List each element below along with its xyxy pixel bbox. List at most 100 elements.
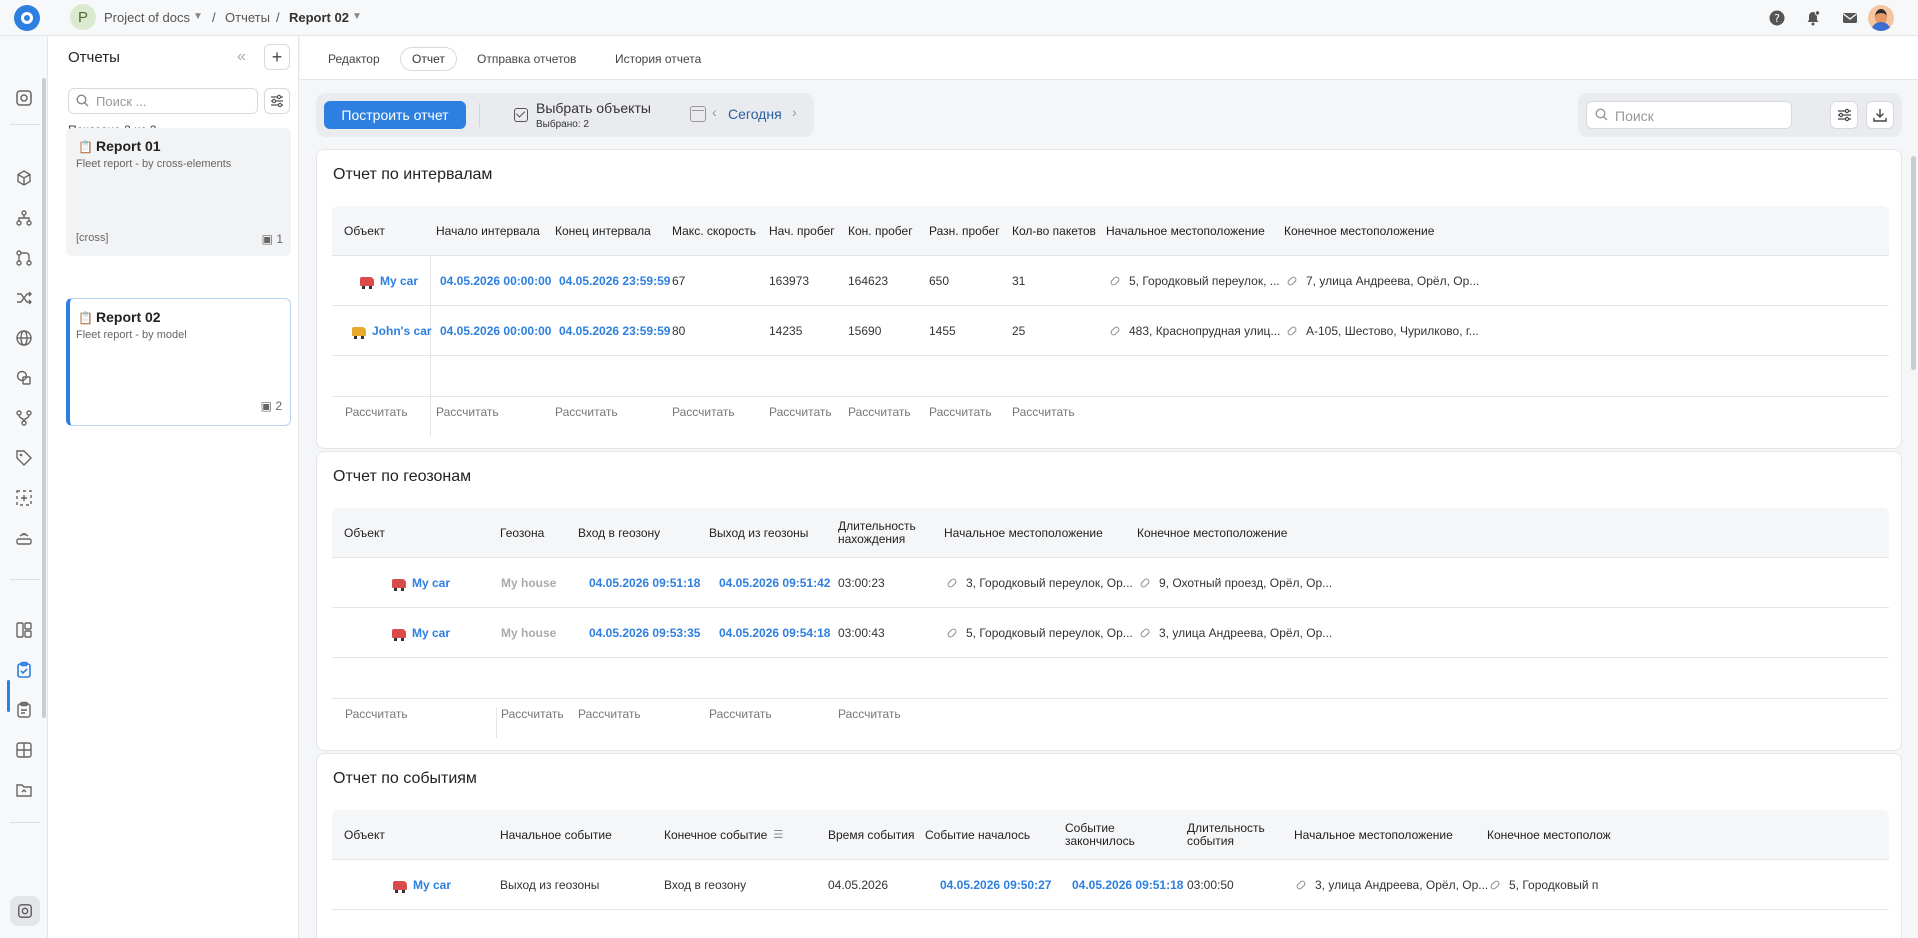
project-avatar[interactable]: P bbox=[70, 4, 96, 30]
end-time-cell[interactable]: 04.05.2026 23:59:59 bbox=[559, 306, 670, 356]
help-icon[interactable]: ? bbox=[1767, 8, 1787, 28]
chevron-down-icon[interactable]: ▼ bbox=[193, 11, 203, 22]
column-header[interactable]: Объект bbox=[344, 508, 385, 558]
calculate-button[interactable]: Рассчитать bbox=[709, 699, 772, 729]
globe-icon[interactable] bbox=[14, 328, 34, 348]
breadcrumb-report[interactable]: Report 02 bbox=[289, 10, 349, 25]
end-location-cell[interactable]: 7, улица Андреева, Орёл, Ор... bbox=[1286, 256, 1479, 306]
calculate-button[interactable]: Рассчитать bbox=[345, 397, 408, 427]
column-header[interactable]: Начальное событие bbox=[500, 810, 612, 860]
object-cell[interactable]: My car bbox=[392, 558, 450, 608]
column-header[interactable]: Время события bbox=[828, 810, 914, 860]
geozone-cell[interactable]: My house bbox=[501, 558, 556, 608]
camera-icon[interactable] bbox=[10, 896, 40, 926]
date-selector[interactable]: Сегодня bbox=[728, 106, 782, 122]
start-location-cell[interactable]: 483, Краснопрудная улиц... bbox=[1109, 306, 1280, 356]
select-objects-button[interactable]: Выбрать объекты bbox=[536, 100, 651, 116]
end-location-cell[interactable]: 3, улица Андреева, Орёл, Ор... bbox=[1139, 608, 1332, 658]
start-location-cell[interactable]: 5, Городковый переулок, ... bbox=[1109, 256, 1280, 306]
folder-icon[interactable] bbox=[14, 780, 34, 800]
object-cell[interactable]: John's car bbox=[352, 306, 432, 356]
user-avatar[interactable] bbox=[1868, 5, 1894, 31]
column-header[interactable]: Выход из геозоны bbox=[709, 508, 808, 558]
calculate-button[interactable]: Рассчитать bbox=[838, 699, 901, 729]
filter-button[interactable] bbox=[264, 88, 290, 114]
tab-report[interactable]: Отчет bbox=[400, 47, 457, 71]
column-header[interactable]: Конец интервала bbox=[555, 206, 651, 256]
dashboard-icon[interactable] bbox=[14, 620, 34, 640]
calculate-button[interactable]: Рассчитать bbox=[436, 397, 499, 427]
object-cell[interactable]: My car bbox=[393, 860, 451, 910]
calculate-button[interactable]: Рассчитать bbox=[345, 699, 408, 729]
start-time-cell[interactable]: 04.05.2026 00:00:00 bbox=[440, 306, 551, 356]
table-row[interactable]: My car My house 04.05.2026 09:51:18 04.0… bbox=[332, 558, 1889, 608]
column-header[interactable]: Макс. скорость bbox=[672, 206, 756, 256]
geozone-cell[interactable]: My house bbox=[501, 608, 556, 658]
calculate-button[interactable]: Рассчитать bbox=[501, 699, 564, 729]
calculate-button[interactable]: Рассчитать bbox=[555, 397, 618, 427]
shapes-icon[interactable] bbox=[14, 368, 34, 388]
hierarchy-icon[interactable] bbox=[14, 208, 34, 228]
start-location-cell[interactable]: 3, Городковый переулок, Ор... bbox=[946, 558, 1133, 608]
reports-icon[interactable] bbox=[14, 660, 34, 680]
tab-sending[interactable]: Отправка отчетов bbox=[466, 47, 587, 71]
calculate-button[interactable]: Рассчитать bbox=[672, 397, 735, 427]
report-card[interactable]: 📋 Report 01 Fleet report - by cross-elem… bbox=[66, 128, 291, 256]
column-header[interactable]: Разн. пробег bbox=[929, 206, 1000, 256]
end-location-cell[interactable]: 9, Охотный проезд, Орёл, Ор... bbox=[1139, 558, 1332, 608]
column-header[interactable]: Конечное местоположение bbox=[1284, 206, 1434, 256]
checkbox-icon[interactable] bbox=[514, 108, 528, 122]
bell-icon[interactable] bbox=[1803, 8, 1823, 28]
download-button[interactable] bbox=[1866, 101, 1894, 129]
column-header[interactable]: Кол-во пакетов bbox=[1012, 206, 1096, 256]
calculate-button[interactable]: Рассчитать bbox=[929, 397, 992, 427]
chevron-down-icon[interactable]: ▼ bbox=[352, 11, 362, 22]
column-header[interactable]: Событие началось bbox=[925, 810, 1030, 860]
build-report-button[interactable]: Построить отчет bbox=[324, 101, 466, 129]
grid-icon[interactable] bbox=[14, 740, 34, 760]
start-location-cell[interactable]: 5, Городковый переулок, Ор... bbox=[946, 608, 1133, 658]
column-header[interactable]: Длительность нахождения bbox=[838, 508, 928, 558]
breadcrumb-section[interactable]: Отчеты bbox=[225, 10, 270, 25]
table-row[interactable]: John's car 04.05.2026 00:00:00 04.05.202… bbox=[332, 306, 1889, 356]
calculate-button[interactable]: Рассчитать bbox=[848, 397, 911, 427]
calculate-button[interactable]: Рассчитать bbox=[769, 397, 832, 427]
collapse-icon[interactable]: « bbox=[237, 48, 246, 66]
report-search-input[interactable]: Поиск ... bbox=[68, 88, 258, 114]
chevron-right-icon[interactable]: › bbox=[792, 104, 797, 120]
column-header[interactable]: Начало интервала bbox=[436, 206, 540, 256]
focus-icon[interactable] bbox=[14, 488, 34, 508]
column-header[interactable]: Объект bbox=[344, 810, 385, 860]
column-header[interactable]: Событие закончилось bbox=[1065, 810, 1147, 860]
calculate-button[interactable]: Рассчитать bbox=[1012, 397, 1075, 427]
column-header[interactable]: Длительность события bbox=[1187, 810, 1269, 860]
column-header[interactable]: Объект bbox=[344, 206, 385, 256]
git-icon[interactable] bbox=[14, 248, 34, 268]
exit-time-cell[interactable]: 04.05.2026 09:51:42 bbox=[719, 558, 830, 608]
event-start-cell[interactable]: 04.05.2026 09:50:27 bbox=[940, 860, 1051, 910]
column-header[interactable]: Конечное местополож bbox=[1487, 810, 1611, 860]
column-header[interactable]: Вход в геозону bbox=[578, 508, 660, 558]
column-header[interactable]: Нач. пробег bbox=[769, 206, 835, 256]
column-header[interactable]: Геозона bbox=[500, 508, 544, 558]
report-card-selected[interactable]: 📋 Report 02 Fleet report - by model ▣ 2 bbox=[66, 298, 291, 426]
add-report-button[interactable]: + bbox=[264, 44, 290, 70]
report-search-field[interactable]: Поиск bbox=[1586, 101, 1792, 129]
column-header[interactable]: Начальное местоположение bbox=[1294, 810, 1453, 860]
chevron-left-icon[interactable]: ‹ bbox=[712, 104, 717, 120]
event-end-cell[interactable]: 04.05.2026 09:51:18 bbox=[1072, 860, 1183, 910]
clipboard-icon[interactable] bbox=[14, 700, 34, 720]
breadcrumb-project[interactable]: Project of docs bbox=[104, 10, 190, 25]
column-header[interactable]: Кон. пробег bbox=[848, 206, 913, 256]
router-icon[interactable] bbox=[14, 528, 34, 548]
end-time-cell[interactable]: 04.05.2026 23:59:59 bbox=[559, 256, 670, 306]
start-location-cell[interactable]: 3, улица Андреева, Орёл, Ор... bbox=[1295, 860, 1488, 910]
calendar-icon[interactable] bbox=[690, 106, 706, 122]
table-row[interactable]: My car My house 04.05.2026 09:53:35 04.0… bbox=[332, 608, 1889, 658]
object-cell[interactable]: My car bbox=[392, 608, 450, 658]
tab-history[interactable]: История отчета bbox=[604, 47, 712, 71]
column-header[interactable]: Начальное местоположение bbox=[944, 508, 1103, 558]
end-location-cell[interactable]: 5, Городковый п bbox=[1489, 860, 1598, 910]
entry-time-cell[interactable]: 04.05.2026 09:51:18 bbox=[589, 558, 700, 608]
exit-time-cell[interactable]: 04.05.2026 09:54:18 bbox=[719, 608, 830, 658]
